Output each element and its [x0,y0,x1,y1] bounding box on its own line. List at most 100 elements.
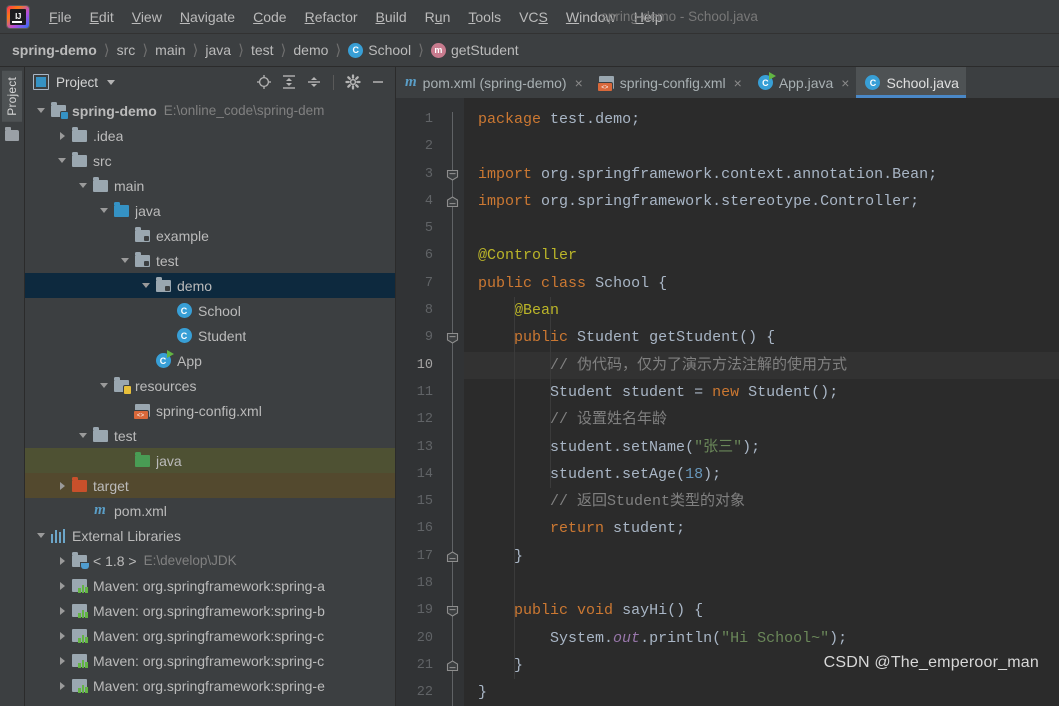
menu-refactor[interactable]: Refactor [296,6,367,28]
menu-edit[interactable]: Edit [81,6,123,28]
locate-icon[interactable] [253,71,275,93]
breadcrumb-item-project[interactable]: spring-demo [12,42,97,58]
tree-row-spring-config-xml[interactable]: <> spring-config.xml [25,398,395,423]
chevron-down-icon[interactable] [33,108,49,113]
menu-vcs[interactable]: VCS [510,6,557,28]
tree-row-java[interactable]: java [25,198,395,223]
collapse-all-icon[interactable] [303,71,325,93]
breadcrumb-item-src[interactable]: src [117,42,136,58]
fold-row [442,242,464,269]
folder-icon[interactable] [5,126,19,141]
tree-row-external-libraries[interactable]: External Libraries [25,523,395,548]
tree-row-maven-org-springframework-spring-e[interactable]: Maven: org.springframework:spring-e [25,673,395,698]
fold-marker-icon[interactable] [446,196,459,208]
menu-help[interactable]: Help [625,6,672,28]
menu-tools[interactable]: Tools [459,6,510,28]
close-icon[interactable]: × [734,76,742,90]
chevron-down-icon[interactable] [138,283,154,288]
tree-row-example[interactable]: example [25,223,395,248]
tree-row-maven-org-springframework-spring-c[interactable]: Maven: org.springframework:spring-c [25,648,395,673]
fold-marker-icon[interactable] [446,660,459,672]
editor-tab-school-java[interactable]: C School.java [856,67,967,98]
close-icon[interactable]: × [841,76,849,90]
close-icon[interactable]: × [575,76,583,90]
code-editor[interactable]: 1 2 3 4 5 6 7 8 9 10 11 12 13 14 15 16 17 18 19 20 21 22 pack… [396,98,1059,706]
tree-row-idea[interactable]: .idea [25,123,395,148]
chevron-right-icon[interactable] [54,131,70,140]
chevron-right-icon[interactable] [54,581,70,590]
expand-all-icon[interactable] [278,71,300,93]
chevron-down-icon[interactable] [96,383,112,388]
tree-row-student[interactable]: C Student [25,323,395,348]
fold-marker-icon[interactable] [446,605,459,617]
line-number: 5 [424,221,433,237]
chevron-right-icon[interactable] [54,681,70,690]
chevron-down-icon[interactable] [75,183,91,188]
code-line: Student student = new Student(); [550,383,839,401]
tree-row-spring-demo[interactable]: spring-demo E:\online_code\spring-dem [25,98,395,123]
menu-file[interactable]: File [40,6,81,28]
breadcrumb-item-java[interactable]: java [205,42,231,58]
fold-marker-icon[interactable] [446,332,459,345]
chevron-right-icon[interactable] [54,556,70,565]
tree-row-test[interactable]: test [25,248,395,273]
menu-window[interactable]: Window [557,6,625,28]
chevron-down-icon[interactable] [33,533,49,538]
chevron-right-icon[interactable] [54,656,70,665]
menu-code[interactable]: Code [244,6,295,28]
tree-row-app[interactable]: C App [25,348,395,373]
breadcrumb-item-main[interactable]: main [155,42,185,58]
tree-row-label: Maven: org.springframework:spring-c [93,652,325,669]
tree-row-test[interactable]: test [25,423,395,448]
tree-row-target[interactable]: target [25,473,395,498]
breadcrumb-separator: ⟩ [103,42,110,59]
tree-row-src[interactable]: src [25,148,395,173]
menu-build[interactable]: Build [367,6,416,28]
editor-tab-spring-config-xml[interactable]: <> spring-config.xml × [590,67,749,98]
tree-row-maven-org-springframework-spring-b[interactable]: Maven: org.springframework:spring-b [25,598,395,623]
fold-marker-icon[interactable] [446,169,459,181]
chevron-down-icon[interactable] [54,158,70,163]
editor-tab-app-java[interactable]: C App.java × [749,67,857,98]
chevron-right-icon[interactable] [54,481,70,490]
fold-gutter[interactable] [442,98,464,706]
tree-row-maven-org-springframework-spring-c[interactable]: Maven: org.springframework:spring-c [25,623,395,648]
source-code-text[interactable]: package test.demo; import org.springfram… [464,98,1059,706]
gear-icon[interactable] [342,71,364,93]
tree-row-resources[interactable]: resources [25,373,395,398]
tree-row-maven-org-springframework-spring-a[interactable]: Maven: org.springframework:spring-a [25,573,395,598]
tree-row-demo[interactable]: demo [25,273,395,298]
breadcrumb-item-getstudent[interactable]: m getStudent [430,42,519,58]
menu-navigate[interactable]: Navigate [171,6,244,28]
tree-row-label: spring-demo [72,102,157,119]
menu-run[interactable]: Run [416,6,460,28]
editor-tab-pom-xml-spring-demo[interactable]: m pom.xml (spring-demo) × [396,67,590,98]
tree-row-java[interactable]: java [25,448,395,473]
tool-window-button-project[interactable]: Project [2,71,22,122]
tree-row-main[interactable]: main [25,173,395,198]
chevron-right-icon[interactable] [54,606,70,615]
tree-row-label: App [177,352,202,369]
chevron-right-icon[interactable] [54,631,70,640]
fold-marker-icon[interactable] [446,551,459,563]
jar-icon [70,628,88,644]
breadcrumb-separator: ⟩ [142,42,149,59]
minimize-icon[interactable] [367,71,389,93]
project-panel-title-group[interactable]: Project [33,74,116,90]
project-tree[interactable]: spring-demo E:\online_code\spring-dem .ide… [25,97,395,706]
chevron-down-icon[interactable] [107,79,116,85]
tree-row-school[interactable]: C School [25,298,395,323]
breadcrumb-item-test[interactable]: test [251,42,274,58]
fold-row [442,188,464,215]
breadcrumb-item-demo[interactable]: demo [293,42,328,58]
chevron-down-icon[interactable] [96,208,112,213]
test-source-folder-icon [133,451,151,469]
chevron-down-icon[interactable] [117,258,133,263]
tree-row-pom-xml[interactable]: m pom.xml [25,498,395,523]
tree-row-1-8[interactable]: < 1.8 > E:\develop\JDK [25,548,395,573]
menu-view[interactable]: View [123,6,171,28]
fold-row [442,215,464,242]
chevron-down-icon[interactable] [75,433,91,438]
breadcrumb-item-school[interactable]: C School [348,42,411,58]
class-icon: C [175,328,193,344]
